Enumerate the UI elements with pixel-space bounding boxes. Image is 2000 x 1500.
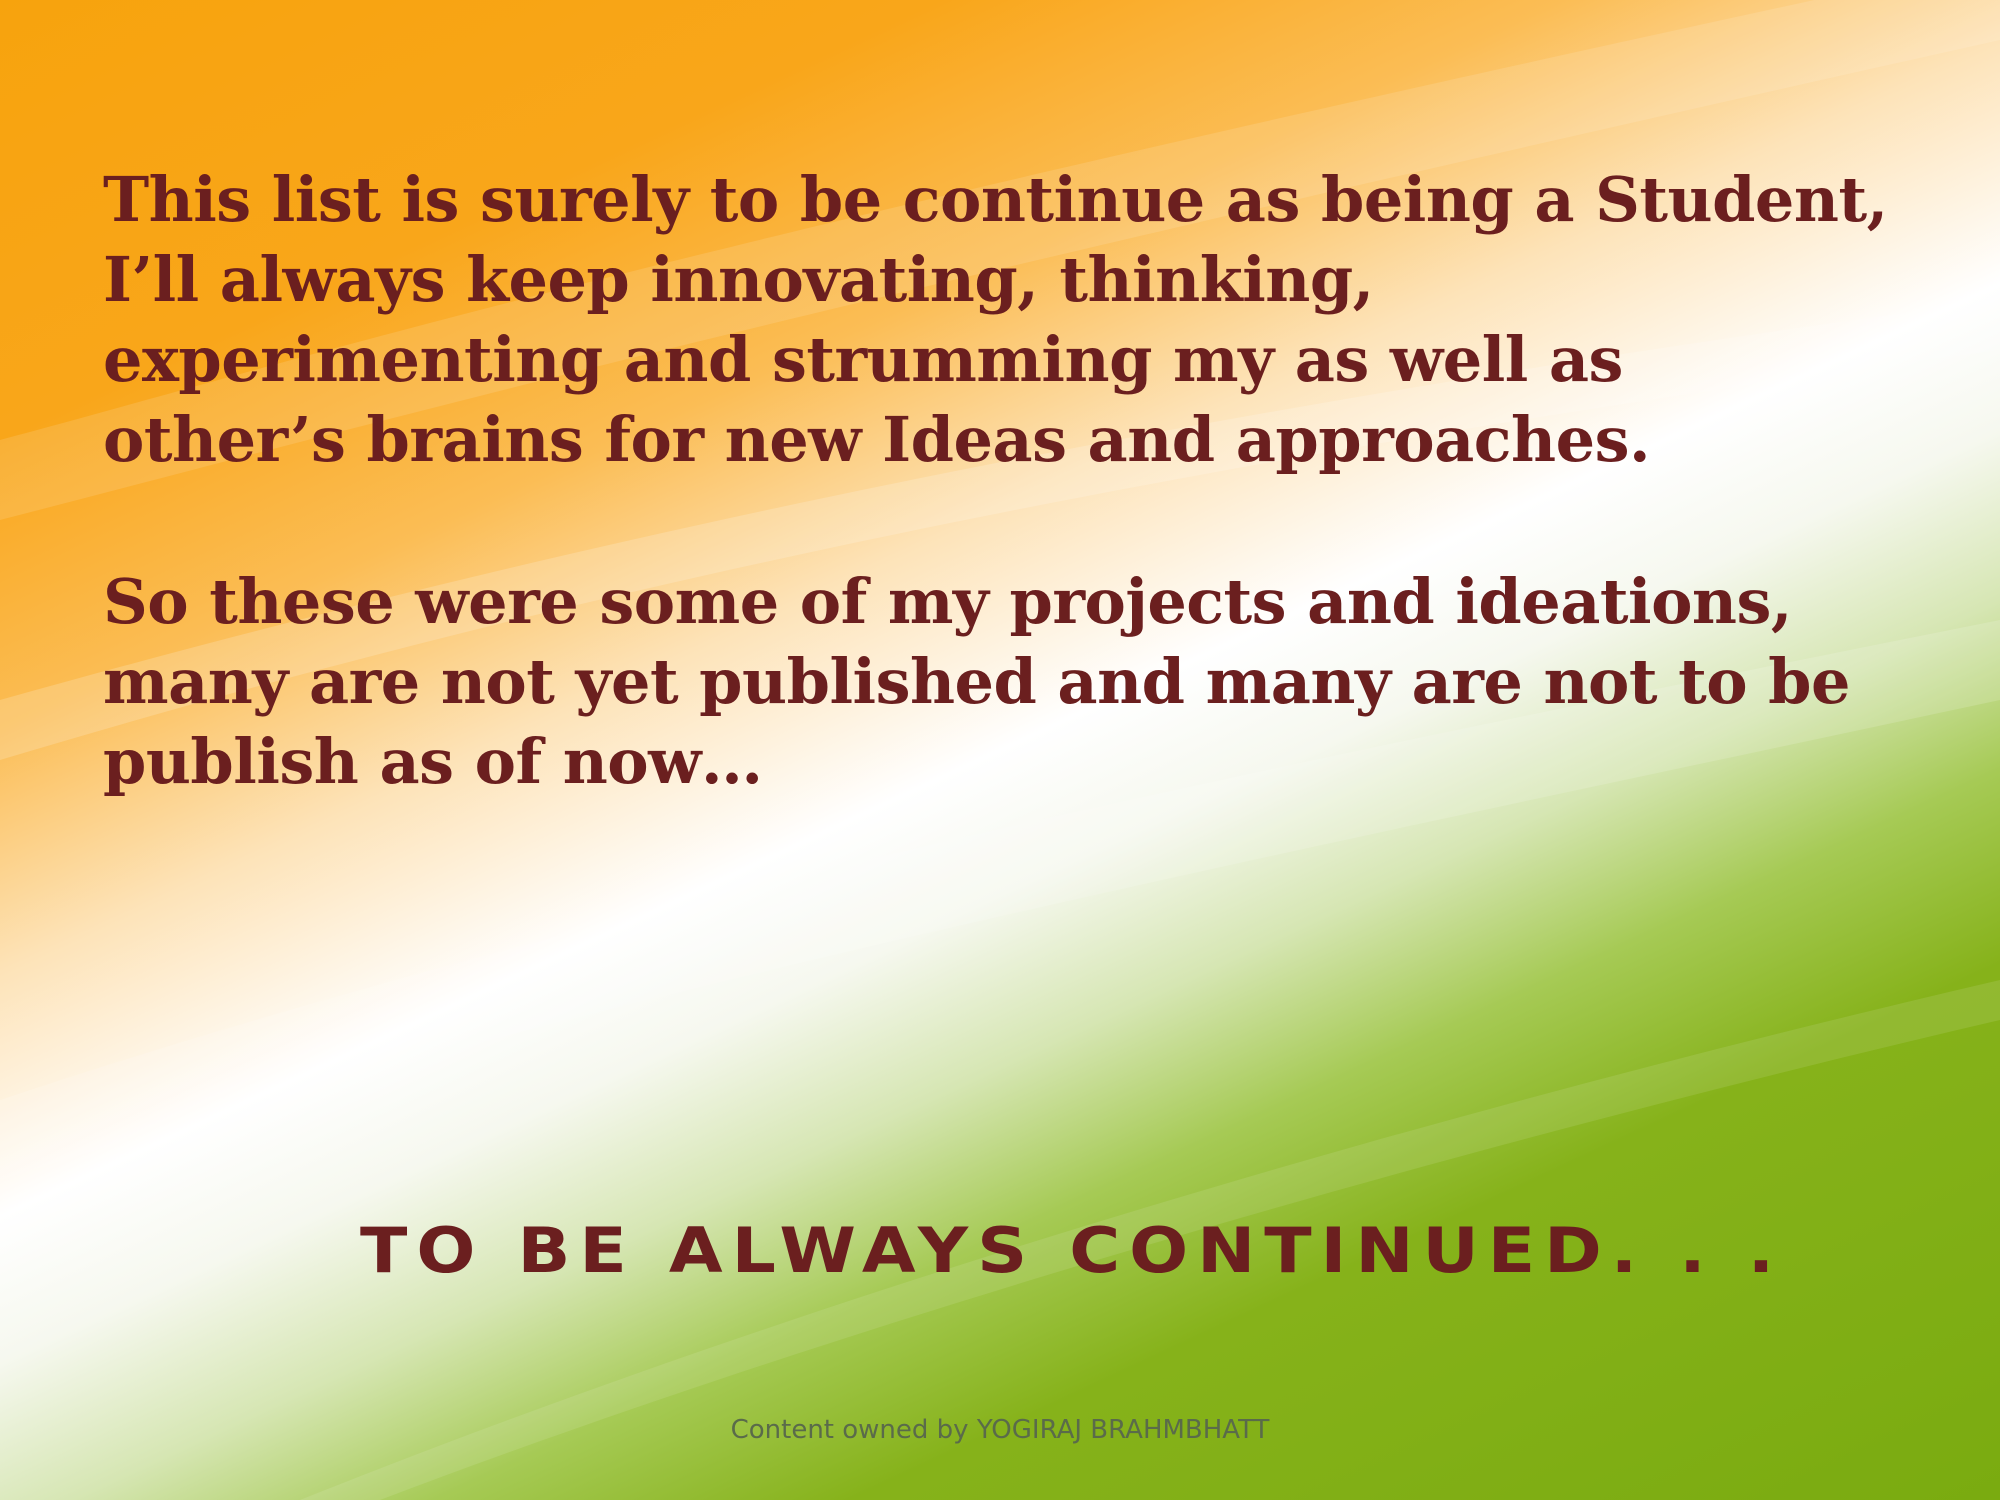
- summary-paragraph: So these were some of my projects and id…: [103, 565, 1850, 798]
- ownership-footer: Content owned by YOGIRAJ BRAHMBHATT: [730, 1415, 1270, 1445]
- closing-heading: TO BE ALWAYS CONTINUED. . .: [360, 1214, 1784, 1287]
- intro-paragraph: This list is surely to be continue as be…: [103, 163, 1888, 476]
- slide-background: This list is surely to be continue as be…: [0, 0, 2000, 1500]
